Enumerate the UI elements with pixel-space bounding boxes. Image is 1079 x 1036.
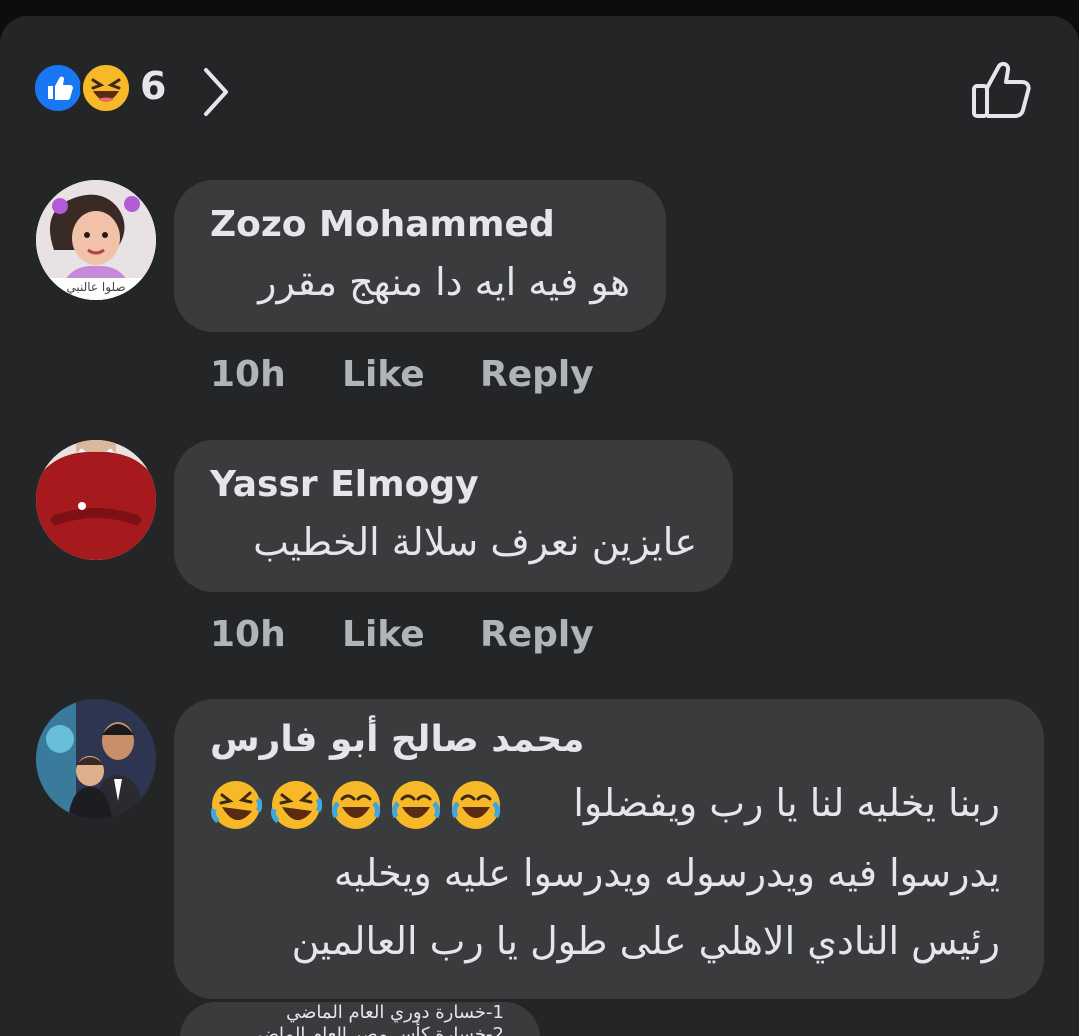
comment-author[interactable]: Yassr Elmogy [210,464,479,505]
comment-text-line-3: رئيس النادي الاهلي على طول يا رب العالمي… [291,919,1000,963]
comment-author[interactable]: Zozo Mohammed [210,204,555,245]
emoji-row [210,779,502,831]
comment-text-line-1: ربنا يخليه لنا يا رب ويفضلوا [573,781,1000,825]
rolling-laugh-icon [271,781,322,829]
reply-button[interactable]: Reply [480,354,594,395]
comments-sheet: 6 صلوا عالنبي Zozo Mohammed هو فيه ايه د… [0,16,1079,1036]
avatar[interactable] [36,440,156,560]
joy-icon [451,781,501,829]
thumbs-up-icon[interactable] [966,56,1036,126]
comment-timestamp: 10h [210,354,286,395]
comment-bubble[interactable]: Yassr Elmogy عايزين نعرف سلالة الخطيب [174,440,733,592]
comment-bubble[interactable]: محمد صالح أبو فارس ربنا يخليه لنا يا رب … [174,699,1044,999]
reply-button[interactable]: Reply [480,614,594,655]
reactions-bar[interactable]: 6 [0,16,1079,166]
like-button[interactable]: Like [342,354,425,395]
comment-text: هو فيه ايه دا منهج مقرر [258,260,630,304]
like-button[interactable]: Like [342,614,425,655]
comment-author[interactable]: محمد صالح أبو فارس [210,719,584,760]
haha-icon [80,62,132,114]
avatar[interactable]: صلوا عالنبي [36,180,156,300]
comment-text: ربنا يخليه لنا يا رب ويفضلوا يدرسوا فيه … [210,779,1010,989]
comment-bubble[interactable]: Zozo Mohammed هو فيه ايه دا منهج مقرر [174,180,666,332]
like-icon [32,62,84,114]
rolling-laugh-icon [211,781,262,829]
avatar-caption: صلوا عالنبي [66,280,126,294]
comment-bubble-partial[interactable]: 1-خسارة دوري العام الماضي 2-خسارة كأس مص… [180,1002,540,1036]
joy-icon [331,781,381,829]
partial-text-line-1: 1-خسارة دوري العام الماضي [286,1002,504,1023]
partial-text-line-2: 2-خسارة كأس مصر العام الماضي [248,1024,504,1036]
chevron-right-icon[interactable] [196,64,236,120]
comment-text-line-2: يدرسوا فيه ويدرسوله ويدرسوا عليه ويخليه [333,851,1000,895]
comment-timestamp: 10h [210,614,286,655]
joy-icon [391,781,441,829]
comment-text: عايزين نعرف سلالة الخطيب [253,520,697,564]
reaction-count[interactable]: 6 [140,64,166,108]
avatar[interactable] [36,699,156,819]
